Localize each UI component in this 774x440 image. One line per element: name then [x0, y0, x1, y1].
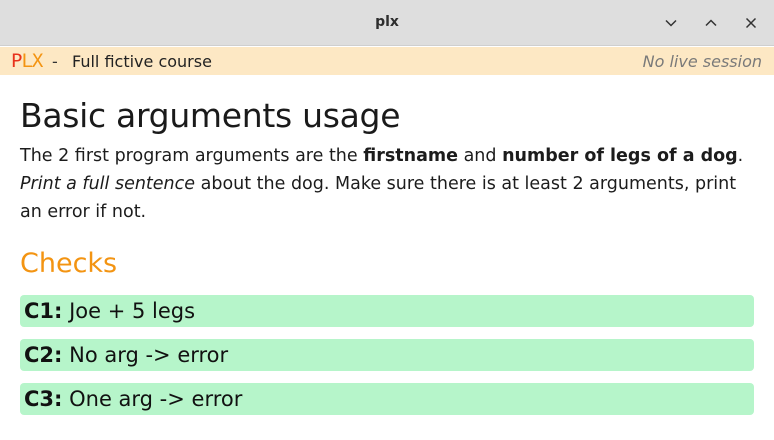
minimize-button[interactable] [659, 11, 683, 35]
check-item-c2[interactable]: C2: No arg -> error [20, 339, 754, 371]
chevron-down-icon [665, 19, 677, 27]
check-name: One arg -> error [69, 387, 243, 411]
exercise-instructions: The 2 first program arguments are the fi… [20, 142, 755, 226]
instr-bold-firstname: firstname [363, 146, 458, 166]
instr-bold-legs: number of legs of a dog [502, 146, 738, 166]
instr-italic: Print a full sentence [20, 174, 196, 194]
instr-text: and [458, 146, 503, 166]
maximize-button[interactable] [699, 11, 723, 35]
window-titlebar: plx [0, 0, 774, 46]
instr-text: . [737, 146, 744, 166]
logo-letter-x: X [31, 50, 43, 72]
check-name: Joe + 5 legs [69, 299, 196, 323]
exercise-panel: Basic arguments usage The 2 first progra… [20, 96, 760, 226]
exercise-title: Basic arguments usage [20, 96, 401, 135]
window-title: plx [375, 14, 399, 30]
checks-title: Checks [20, 248, 118, 279]
check-item-c3[interactable]: C3: One arg -> error [20, 383, 754, 415]
plx-logo: PLX [11, 50, 43, 72]
chevron-up-icon [705, 19, 717, 27]
check-id: C1: [24, 299, 63, 323]
check-name: No arg -> error [69, 343, 229, 367]
session-status: No live session [642, 52, 762, 71]
close-icon [745, 17, 757, 29]
course-name[interactable]: Full fictive course [72, 52, 212, 71]
header-separator: - [52, 52, 58, 71]
logo-letter-l: L [21, 50, 32, 72]
course-header: PLX - Full fictive course No live sessio… [0, 47, 774, 75]
logo-letter-p: P [11, 50, 22, 72]
check-id: C2: [24, 343, 63, 367]
close-button[interactable] [739, 11, 763, 35]
check-item-c1[interactable]: C1: Joe + 5 legs [20, 295, 754, 327]
check-id: C3: [24, 387, 63, 411]
instr-text: The 2 first program arguments are the [20, 146, 364, 166]
